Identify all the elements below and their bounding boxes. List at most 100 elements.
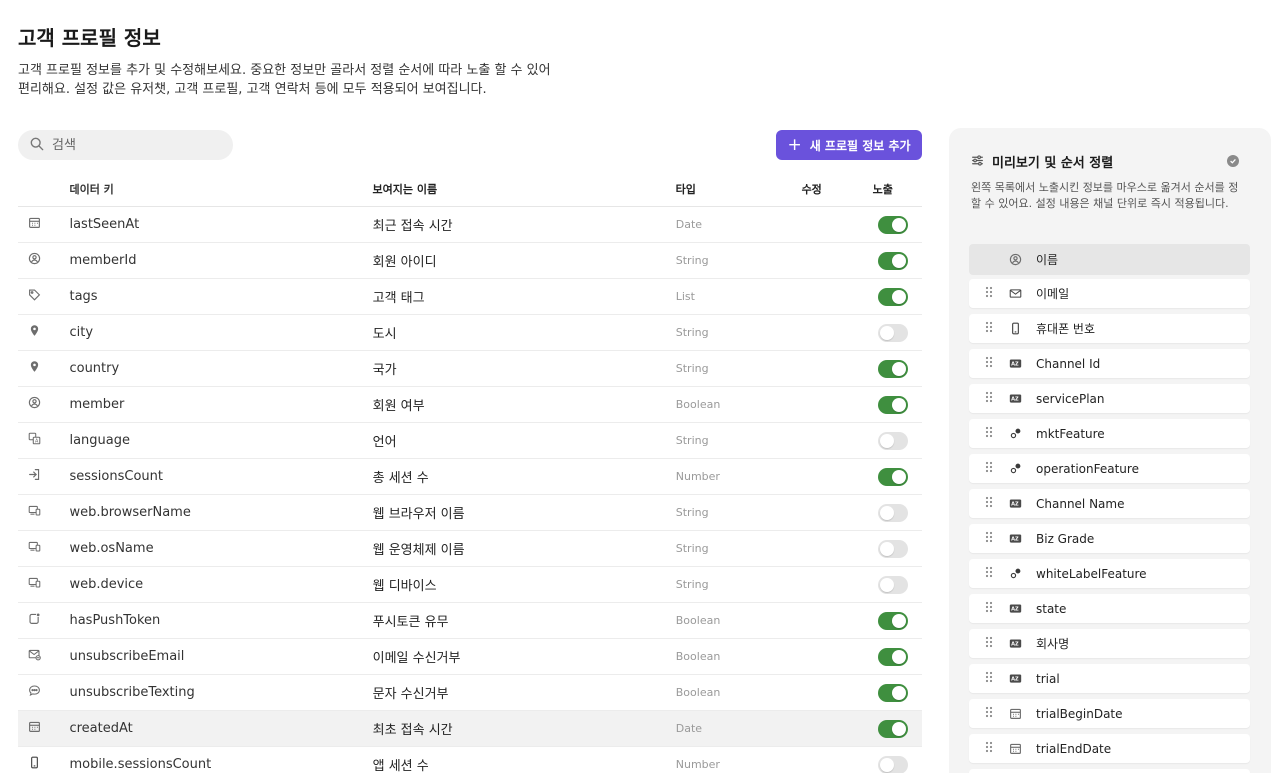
toggle-knob bbox=[880, 325, 895, 340]
push-badge-icon bbox=[28, 612, 41, 629]
expose-toggle[interactable] bbox=[878, 503, 909, 522]
column-header-expose: 노출 bbox=[872, 183, 893, 196]
expose-toggle[interactable] bbox=[878, 755, 909, 773]
calendar-icon bbox=[1009, 742, 1022, 755]
add-profile-field-button[interactable]: + 새 프로필 정보 추가 bbox=[776, 130, 922, 160]
row-type: String bbox=[675, 506, 709, 519]
preview-item-label: mktFeature bbox=[1036, 426, 1105, 441]
text-field-icon: AZ bbox=[1009, 602, 1022, 615]
table-row[interactable]: country 국가 String bbox=[18, 351, 922, 387]
preview-item[interactable]: AZ servicePlan bbox=[969, 384, 1250, 413]
expose-toggle[interactable] bbox=[878, 575, 909, 594]
row-display-name: 총 세션 수 bbox=[372, 471, 429, 486]
preview-item-label: Channel Id bbox=[1036, 356, 1101, 371]
drag-handle-icon[interactable] bbox=[985, 286, 993, 301]
drag-handle-icon[interactable] bbox=[985, 671, 993, 686]
table-row[interactable]: unsubscribeTexting 문자 수신거부 Boolean bbox=[18, 675, 922, 711]
expose-toggle[interactable] bbox=[878, 251, 909, 270]
row-type: List bbox=[675, 290, 695, 303]
preview-item[interactable]: AZ 회사명 bbox=[969, 629, 1250, 658]
table-row[interactable]: city 도시 String bbox=[18, 315, 922, 351]
toggle-knob bbox=[892, 397, 907, 412]
table-row[interactable]: hasPushToken 푸시토큰 유무 Boolean bbox=[18, 603, 922, 639]
devices-icon bbox=[28, 576, 41, 593]
calendar-icon bbox=[1009, 707, 1022, 720]
plus-icon: + bbox=[787, 134, 802, 155]
preview-order-list: 이름이메일휴대폰 번호 AZ Channel Id AZ servicePlan mktF… bbox=[969, 244, 1250, 773]
search-box[interactable] bbox=[18, 130, 233, 160]
table-row[interactable]: web.browserName 웹 브라우저 이름 String bbox=[18, 495, 922, 531]
table-row[interactable]: createdAt 최초 접속 시간 Date bbox=[18, 711, 922, 747]
sliders-icon bbox=[971, 152, 984, 171]
drag-handle-icon[interactable] bbox=[985, 741, 993, 756]
drag-handle-icon[interactable] bbox=[985, 706, 993, 721]
drag-handle-icon[interactable] bbox=[985, 426, 993, 441]
preview-item[interactable]: 이메일 bbox=[969, 279, 1250, 308]
preview-item[interactable]: AZ state bbox=[969, 594, 1250, 623]
drag-handle-icon[interactable] bbox=[985, 461, 993, 476]
drag-handle-icon[interactable] bbox=[985, 321, 993, 336]
expose-toggle[interactable] bbox=[878, 287, 909, 306]
drag-handle-icon[interactable] bbox=[985, 531, 993, 546]
search-icon bbox=[30, 136, 44, 155]
table-row[interactable]: mobile.sessionsCount 앱 세션 수 Number bbox=[18, 747, 922, 773]
preview-item[interactable]: trialBeginDate bbox=[969, 699, 1250, 728]
preview-item-label: Biz Grade bbox=[1036, 531, 1095, 546]
text-field-icon: AZ bbox=[1009, 637, 1022, 650]
toggle-knob bbox=[892, 685, 907, 700]
row-data-key: tags bbox=[69, 289, 98, 304]
table-row[interactable]: lastSeenAt 최근 접속 시간 Date bbox=[18, 207, 922, 243]
table-row[interactable]: tags 고객 태그 List bbox=[18, 279, 922, 315]
toggle-knob bbox=[892, 289, 907, 304]
table-row[interactable]: memberId 회원 아이디 String bbox=[18, 243, 922, 279]
preview-item[interactable]: AZ Channel Name bbox=[969, 489, 1250, 518]
preview-item[interactable]: whiteLabelFeature bbox=[969, 559, 1250, 588]
search-input[interactable] bbox=[52, 137, 212, 153]
table-row[interactable]: unsubscribeEmail 이메일 수신거부 Boolean bbox=[18, 639, 922, 675]
expose-toggle[interactable] bbox=[878, 431, 909, 450]
toggle-knob bbox=[892, 469, 907, 484]
preview-item[interactable]: 이름 bbox=[969, 244, 1250, 275]
row-type: Boolean bbox=[675, 686, 721, 699]
drag-handle-icon[interactable] bbox=[985, 601, 993, 616]
column-header-edit: 수정 bbox=[801, 183, 822, 196]
preview-item[interactable]: operationFeature bbox=[969, 454, 1250, 483]
preview-panel-header: 미리보기 및 순서 정렬 bbox=[971, 152, 1113, 171]
expose-toggle[interactable] bbox=[878, 719, 909, 738]
drag-handle-icon[interactable] bbox=[985, 496, 993, 511]
drag-handle-icon[interactable] bbox=[985, 636, 993, 651]
translate-icon: A bbox=[28, 432, 41, 449]
expose-toggle[interactable] bbox=[878, 683, 909, 702]
table-row[interactable]: web.osName 웹 운영체제 이름 String bbox=[18, 531, 922, 567]
table-row[interactable]: sessionsCount 총 세션 수 Number bbox=[18, 459, 922, 495]
preview-item[interactable]: AZ Biz Grade bbox=[969, 524, 1250, 553]
expose-toggle[interactable] bbox=[878, 215, 909, 234]
expose-toggle[interactable] bbox=[878, 647, 909, 666]
drag-handle-icon[interactable] bbox=[985, 356, 993, 371]
text-field-icon: AZ bbox=[1009, 357, 1022, 370]
preview-item[interactable]: AZ Channel Id bbox=[969, 349, 1250, 378]
table-row[interactable]: Alanguage 언어 String bbox=[18, 423, 922, 459]
preview-item-label: 이름 bbox=[1036, 253, 1059, 267]
toggle-knob bbox=[880, 577, 895, 592]
preview-item[interactable]: AZ trial bbox=[969, 664, 1250, 693]
check-circle-icon[interactable] bbox=[1227, 155, 1239, 167]
expose-toggle[interactable] bbox=[878, 395, 909, 414]
table-row[interactable]: web.device 웹 디바이스 String bbox=[18, 567, 922, 603]
expose-toggle[interactable] bbox=[878, 359, 909, 378]
location-pin-icon bbox=[28, 360, 41, 377]
table-row[interactable]: member 회원 여부 Boolean bbox=[18, 387, 922, 423]
preview-item[interactable]: mktFeature bbox=[969, 419, 1250, 448]
preview-item[interactable]: AZ bbox=[969, 769, 1250, 773]
preview-item[interactable]: 휴대폰 번호 bbox=[969, 314, 1250, 343]
drag-handle-icon[interactable] bbox=[985, 391, 993, 406]
expose-toggle[interactable] bbox=[878, 467, 909, 486]
expose-toggle[interactable] bbox=[878, 539, 909, 558]
row-type: Boolean bbox=[675, 398, 721, 411]
expose-toggle[interactable] bbox=[878, 323, 909, 342]
preview-item[interactable]: trialEndDate bbox=[969, 734, 1250, 763]
user-circle-icon bbox=[28, 252, 41, 269]
preview-item-label: operationFeature bbox=[1036, 461, 1139, 476]
expose-toggle[interactable] bbox=[878, 611, 909, 630]
drag-handle-icon[interactable] bbox=[985, 566, 993, 581]
